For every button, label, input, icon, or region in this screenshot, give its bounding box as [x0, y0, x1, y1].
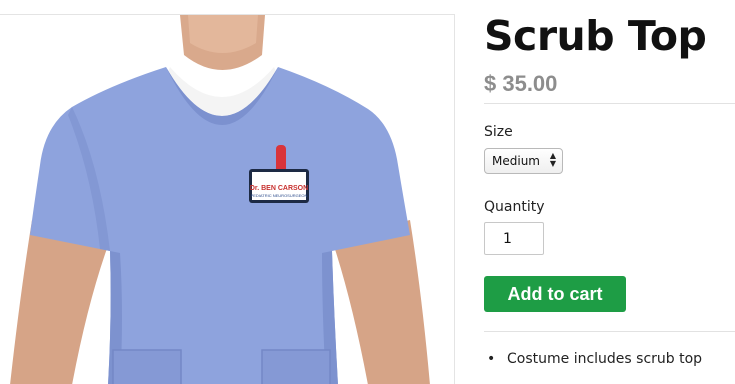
- up-down-arrows-icon: ▲ ▼: [549, 151, 556, 168]
- divider: [484, 331, 735, 332]
- product-image: Dr. BEN CARSON PEDIATRIC NEUROSURGEON: [0, 14, 455, 384]
- badge-title: PEDIATRIC NEUROSURGEON: [251, 193, 308, 198]
- list-item: • Costume includes scrub top: [484, 351, 702, 367]
- quantity-input[interactable]: 1: [484, 222, 544, 255]
- badge-name: Dr. BEN CARSON: [250, 185, 308, 192]
- divider: [484, 103, 735, 104]
- size-select[interactable]: Medium ▲ ▼: [484, 148, 563, 174]
- feature-text: Costume includes scrub top: [507, 351, 703, 367]
- product-title: Scrub Top: [484, 12, 707, 60]
- quantity-label: Quantity: [484, 199, 545, 215]
- product-details: Scrub Top $ 35.00 Size Medium ▲ ▼ Quantit…: [484, 0, 735, 384]
- size-label: Size: [484, 124, 513, 140]
- product-price: $ 35.00: [484, 71, 558, 96]
- add-to-cart-button[interactable]: Add to cart: [484, 276, 626, 312]
- feature-list: • Costume includes scrub top: [484, 351, 702, 367]
- bullet-icon: •: [487, 351, 496, 367]
- size-select-value: Medium: [492, 154, 540, 168]
- scrub-top-photo: Dr. BEN CARSON PEDIATRIC NEUROSURGEON: [10, 15, 430, 384]
